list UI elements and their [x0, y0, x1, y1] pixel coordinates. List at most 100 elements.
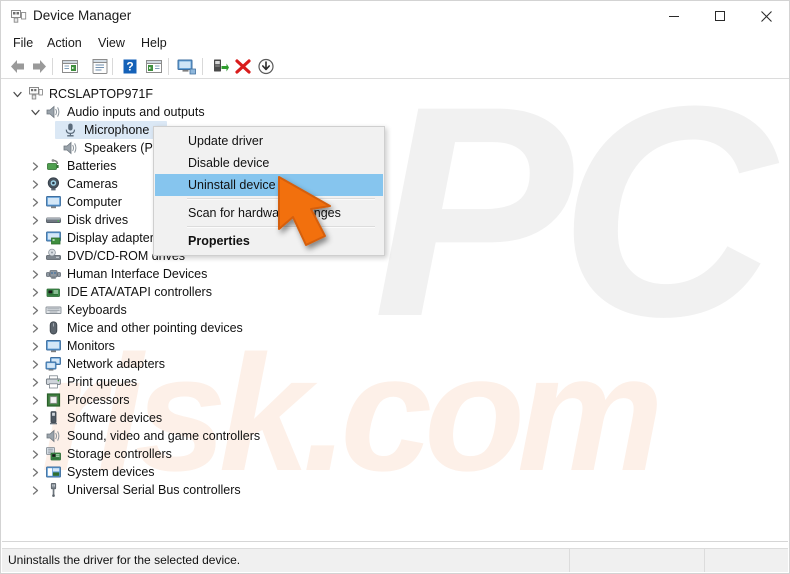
chevron-right-icon[interactable] — [29, 337, 41, 355]
chevron-right-icon[interactable] — [29, 391, 41, 409]
tree-row-display-adapters[interactable]: Display adapters — [2, 229, 788, 247]
ide-controller-icon — [45, 284, 62, 300]
context-menu-item-disable-device[interactable]: Disable device — [155, 152, 383, 174]
disable-device-icon[interactable] — [256, 57, 276, 76]
tree-row-microphone[interactable]: Microphone — [2, 121, 788, 139]
menu-view[interactable]: View — [93, 35, 130, 51]
menu-help[interactable]: Help — [136, 35, 172, 51]
computer-root-icon — [27, 86, 44, 102]
chevron-down-icon[interactable] — [29, 103, 41, 121]
system-device-icon — [45, 464, 62, 480]
tree-row-batteries[interactable]: Batteries — [2, 157, 788, 175]
tree-node-label: Processors — [67, 393, 130, 407]
chevron-right-icon[interactable] — [29, 373, 41, 391]
properties-icon[interactable] — [90, 57, 110, 76]
battery-icon — [45, 158, 62, 174]
speaker-icon — [45, 428, 62, 444]
forward-arrow-icon[interactable] — [30, 57, 50, 76]
chevron-right-icon[interactable] — [29, 463, 41, 481]
chevron-right-icon[interactable] — [29, 175, 41, 193]
tree-row-mice-and-other-pointing-devices[interactable]: Mice and other pointing devices — [2, 319, 788, 337]
chevron-right-icon[interactable] — [29, 481, 41, 499]
tree-row-network-adapters[interactable]: Network adapters — [2, 355, 788, 373]
close-button[interactable] — [743, 1, 789, 31]
chevron-right-icon[interactable] — [29, 265, 41, 283]
tree-row-universal-serial-bus-controllers[interactable]: Universal Serial Bus controllers — [2, 481, 788, 499]
dvd-drive-icon — [45, 248, 62, 264]
tree-row-software-devices[interactable]: Software devices — [2, 409, 788, 427]
context-menu-item-label: Disable device — [188, 156, 270, 170]
scan-for-hardware-changes-icon[interactable] — [176, 57, 196, 76]
storage-controller-icon — [45, 446, 62, 462]
tree-node-label: Disk drives — [67, 213, 129, 227]
chevron-right-icon[interactable] — [29, 409, 41, 427]
tree-row-storage-controllers[interactable]: Storage controllers — [2, 445, 788, 463]
context-menu-separator — [187, 198, 375, 200]
chevron-right-icon[interactable] — [29, 319, 41, 337]
chevron-down-icon[interactable] — [11, 85, 23, 103]
tree-row-dvd-cd-rom-drives[interactable]: DVD/CD-ROM drives — [2, 247, 788, 265]
menu-file[interactable]: File — [8, 35, 38, 51]
microphone-icon — [62, 122, 79, 138]
chevron-right-icon[interactable] — [29, 157, 41, 175]
device-manager-icon — [10, 8, 27, 25]
tree-row-cameras[interactable]: Cameras — [2, 175, 788, 193]
tree-row-disk-drives[interactable]: Disk drives — [2, 211, 788, 229]
tree-node-label: Audio inputs and outputs — [67, 105, 205, 119]
tree-node-label: Sound, video and game controllers — [67, 429, 261, 443]
tree-row-system-devices[interactable]: System devices — [2, 463, 788, 481]
tree-node-label: Print queues — [67, 375, 138, 389]
minimize-button[interactable] — [651, 1, 697, 31]
tree-row-ide-ata-atapi-controllers[interactable]: IDE ATA/ATAPI controllers — [2, 283, 788, 301]
chevron-right-icon[interactable] — [29, 427, 41, 445]
chevron-right-icon[interactable] — [29, 355, 41, 373]
tree-row-sound-video-and-game-controllers[interactable]: Sound, video and game controllers — [2, 427, 788, 445]
chevron-right-icon[interactable] — [29, 229, 41, 247]
chevron-right-icon[interactable] — [29, 211, 41, 229]
title-bar: Device Manager — [1, 1, 789, 32]
tree-node-label: Monitors — [67, 339, 115, 353]
tree-row-human-interface-devices[interactable]: Human Interface Devices — [2, 265, 788, 283]
chevron-right-icon[interactable] — [29, 193, 41, 211]
context-menu-item-uninstall-device[interactable]: Uninstall device — [155, 174, 383, 196]
tree-row-print-queues[interactable]: Print queues — [2, 373, 788, 391]
tree-row-keyboards[interactable]: Keyboards — [2, 301, 788, 319]
tree-node-label: Mice and other pointing devices — [67, 321, 243, 335]
context-menu-item-properties[interactable]: Properties — [155, 230, 383, 252]
tree-row-computer[interactable]: Computer — [2, 193, 788, 211]
disk-drive-icon — [45, 212, 62, 228]
chevron-right-icon[interactable] — [29, 301, 41, 319]
toolbar: ? — [1, 54, 789, 79]
tree-node-label: Human Interface Devices — [67, 267, 208, 281]
tree-row-processors[interactable]: Processors — [2, 391, 788, 409]
context-menu-item-update-driver[interactable]: Update driver — [155, 130, 383, 152]
help-icon[interactable]: ? — [120, 57, 140, 76]
update-driver-icon[interactable] — [210, 57, 230, 76]
chevron-right-icon[interactable] — [29, 283, 41, 301]
tree-row-root[interactable]: RCSLAPTOP971F — [2, 85, 788, 103]
context-menu-item-scan-for-hardware-changes[interactable]: Scan for hardware changes — [155, 202, 383, 224]
context-menu-item-label: Update driver — [188, 134, 264, 148]
back-arrow-icon[interactable] — [7, 57, 27, 76]
tree-node-label: Microphone — [84, 123, 150, 137]
tree-row-audio-inputs-and-outputs[interactable]: Audio inputs and outputs — [2, 103, 788, 121]
uninstall-device-icon[interactable] — [233, 57, 253, 76]
context-menu-separator — [187, 226, 375, 228]
show-hide-console-tree-icon[interactable] — [60, 57, 80, 76]
tree-row-speakers[interactable]: Speakers (Par — [2, 139, 788, 157]
maximize-button[interactable] — [697, 1, 743, 31]
tree-node-label: Universal Serial Bus controllers — [67, 483, 241, 497]
chevron-right-icon[interactable] — [29, 247, 41, 265]
tree-node-label: IDE ATA/ATAPI controllers — [67, 285, 212, 299]
tree-node-label: Cameras — [67, 177, 118, 191]
tree-node-label: System devices — [67, 465, 155, 479]
chevron-right-icon[interactable] — [29, 445, 41, 463]
tree-row-monitors[interactable]: Monitors — [2, 337, 788, 355]
menu-action[interactable]: Action — [42, 35, 87, 51]
printer-icon — [45, 374, 62, 390]
context-menu[interactable]: Update driver Disable device Uninstall d… — [153, 126, 385, 256]
device-tree[interactable]: RCSLAPTOP971F Audio inputs and outputs M… — [2, 79, 788, 545]
show-hide-action-pane-icon[interactable] — [144, 57, 164, 76]
tree-root-label: RCSLAPTOP971F — [49, 87, 153, 101]
hid-icon — [45, 266, 62, 282]
